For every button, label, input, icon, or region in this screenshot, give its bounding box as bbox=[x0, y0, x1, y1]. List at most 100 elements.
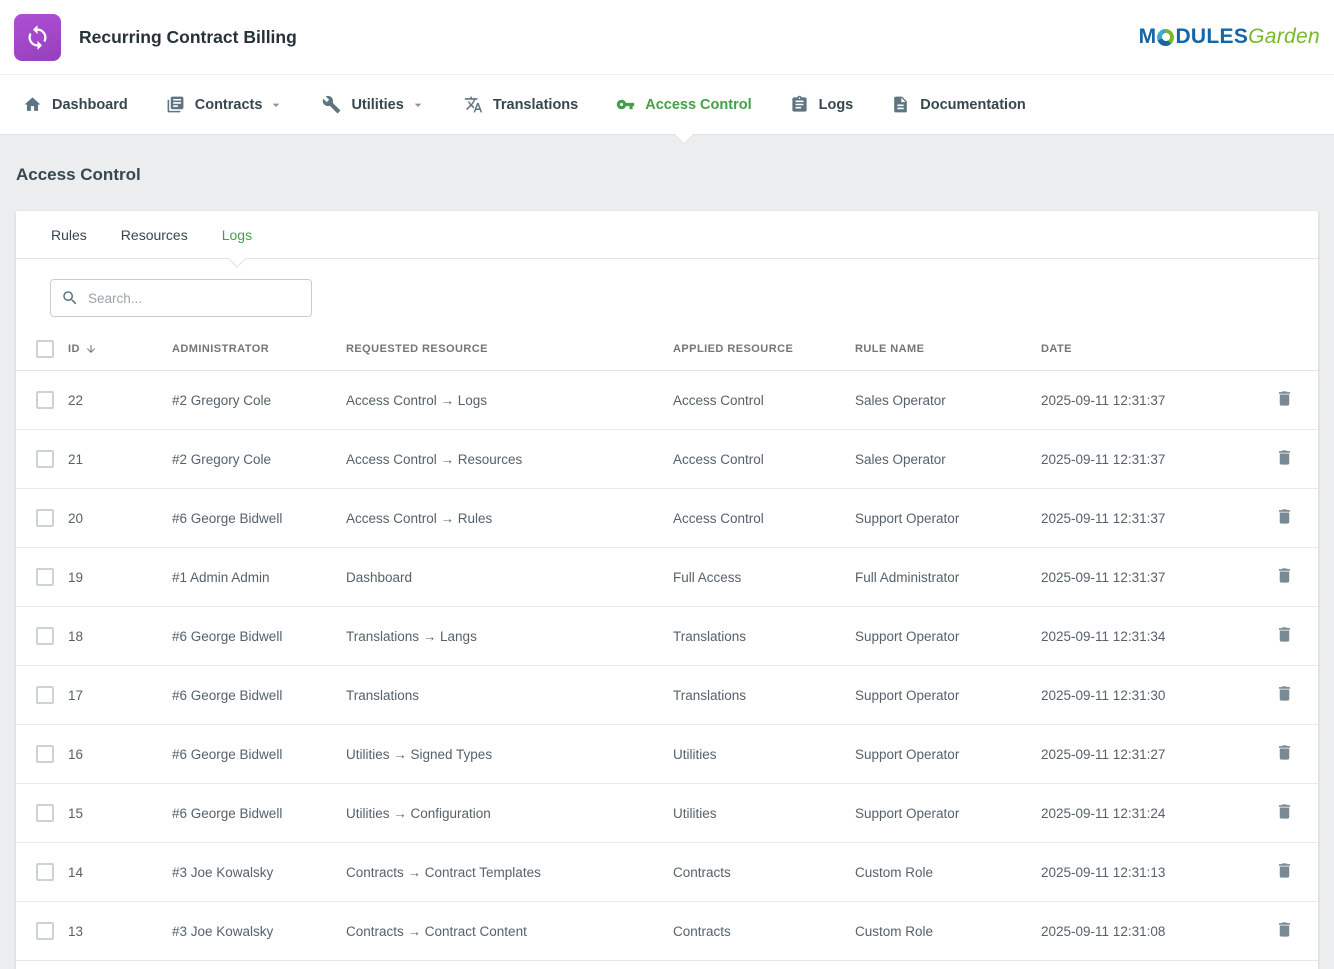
chevron-down-icon bbox=[410, 97, 426, 113]
column-header-administrator: ADMINISTRATOR bbox=[168, 327, 342, 371]
delete-row-button[interactable] bbox=[1273, 505, 1296, 531]
table-row: 17#6 George BidwellTranslationsTranslati… bbox=[16, 666, 1318, 725]
translate-icon bbox=[464, 95, 483, 114]
cell-date: 2025-09-11 12:31:08 bbox=[1037, 902, 1262, 961]
row-checkbox[interactable] bbox=[36, 804, 54, 822]
cell-applied-resource: Access Control bbox=[669, 371, 851, 430]
cell-rule-name: Support Operator bbox=[851, 489, 1037, 548]
pagination-bar: 123 5102050100∞ bbox=[16, 961, 1318, 969]
table-row: 16#6 George BidwellUtilities → Signed Ty… bbox=[16, 725, 1318, 784]
tab-rules[interactable]: Rules bbox=[34, 211, 104, 258]
trash-icon bbox=[1275, 389, 1294, 408]
trash-icon bbox=[1275, 861, 1294, 880]
cell-requested-resource: Translations bbox=[342, 666, 669, 725]
nav-item-access-control[interactable]: Access Control bbox=[597, 75, 770, 135]
brand-text-m: M bbox=[1139, 25, 1157, 49]
cell-date: 2025-09-11 12:31:24 bbox=[1037, 784, 1262, 843]
cell-applied-resource: Translations bbox=[669, 666, 851, 725]
delete-row-button[interactable] bbox=[1273, 623, 1296, 649]
table-row: 14#3 Joe KowalskyContracts → Contract Te… bbox=[16, 843, 1318, 902]
trash-icon bbox=[1275, 448, 1294, 467]
cell-date: 2025-09-11 12:31:37 bbox=[1037, 489, 1262, 548]
nav-item-contracts[interactable]: Contracts bbox=[147, 75, 304, 135]
cell-date: 2025-09-11 12:31:13 bbox=[1037, 843, 1262, 902]
delete-row-button[interactable] bbox=[1273, 387, 1296, 413]
cell-id: 15 bbox=[64, 784, 168, 843]
row-checkbox[interactable] bbox=[36, 745, 54, 763]
search-input[interactable] bbox=[88, 291, 301, 306]
trash-icon bbox=[1275, 566, 1294, 585]
cell-requested-resource: Utilities → Configuration bbox=[342, 784, 669, 843]
trash-icon bbox=[1275, 625, 1294, 644]
delete-row-button[interactable] bbox=[1273, 741, 1296, 767]
trash-icon bbox=[1275, 743, 1294, 762]
row-checkbox[interactable] bbox=[36, 391, 54, 409]
nav-item-utilities[interactable]: Utilities bbox=[303, 75, 444, 135]
main-nav: Dashboard Contracts Utilities Translatio… bbox=[0, 75, 1334, 135]
trash-icon bbox=[1275, 507, 1294, 526]
row-checkbox[interactable] bbox=[36, 686, 54, 704]
delete-row-button[interactable] bbox=[1273, 859, 1296, 885]
cell-administrator: #2 Gregory Cole bbox=[168, 430, 342, 489]
cell-rule-name: Support Operator bbox=[851, 784, 1037, 843]
row-checkbox[interactable] bbox=[36, 627, 54, 645]
modulesgarden-logo: M DULES Garden bbox=[1139, 25, 1320, 49]
table-row: 13#3 Joe KowalskyContracts → Contract Co… bbox=[16, 902, 1318, 961]
app-header: Recurring Contract Billing M DULES Garde… bbox=[0, 0, 1334, 75]
nav-item-dashboard[interactable]: Dashboard bbox=[4, 75, 147, 135]
row-checkbox[interactable] bbox=[36, 922, 54, 940]
delete-row-button[interactable] bbox=[1273, 446, 1296, 472]
page-title: Access Control bbox=[16, 165, 1318, 185]
delete-row-button[interactable] bbox=[1273, 682, 1296, 708]
cell-date: 2025-09-11 12:31:34 bbox=[1037, 607, 1262, 666]
cell-administrator: #3 Joe Kowalsky bbox=[168, 902, 342, 961]
cell-date: 2025-09-11 12:31:37 bbox=[1037, 430, 1262, 489]
column-header-requested-resource: REQUESTED RESOURCE bbox=[342, 327, 669, 371]
table-row: 20#6 George BidwellAccess Control → Rule… bbox=[16, 489, 1318, 548]
row-checkbox[interactable] bbox=[36, 450, 54, 468]
search-box bbox=[50, 279, 312, 317]
chevron-down-icon bbox=[268, 97, 284, 113]
row-checkbox[interactable] bbox=[36, 568, 54, 586]
cell-date: 2025-09-11 12:31:30 bbox=[1037, 666, 1262, 725]
nav-item-logs[interactable]: Logs bbox=[771, 75, 873, 135]
row-checkbox[interactable] bbox=[36, 509, 54, 527]
cell-applied-resource: Access Control bbox=[669, 489, 851, 548]
delete-row-button[interactable] bbox=[1273, 918, 1296, 944]
cell-applied-resource: Contracts bbox=[669, 843, 851, 902]
cell-requested-resource: Translations → Langs bbox=[342, 607, 669, 666]
trash-icon bbox=[1275, 802, 1294, 821]
table-header-row: ID ADMINISTRATOR REQUESTED RESOURCE APPL… bbox=[16, 327, 1318, 371]
column-header-id[interactable]: ID bbox=[64, 327, 168, 371]
key-icon bbox=[616, 95, 635, 114]
cell-id: 17 bbox=[64, 666, 168, 725]
cell-id: 21 bbox=[64, 430, 168, 489]
delete-row-button[interactable] bbox=[1273, 800, 1296, 826]
table-row: 21#2 Gregory ColeAccess Control → Resour… bbox=[16, 430, 1318, 489]
brand-text-garden: Garden bbox=[1248, 25, 1320, 49]
cell-administrator: #6 George Bidwell bbox=[168, 725, 342, 784]
cell-administrator: #6 George Bidwell bbox=[168, 666, 342, 725]
search-icon bbox=[61, 289, 79, 307]
column-header-date: DATE bbox=[1037, 327, 1262, 371]
select-all-checkbox[interactable] bbox=[36, 340, 54, 358]
cell-applied-resource: Utilities bbox=[669, 725, 851, 784]
contracts-icon bbox=[166, 95, 185, 114]
nav-item-documentation[interactable]: Documentation bbox=[872, 75, 1045, 135]
table-row: 15#6 George BidwellUtilities → Configura… bbox=[16, 784, 1318, 843]
delete-row-button[interactable] bbox=[1273, 564, 1296, 590]
app-title: Recurring Contract Billing bbox=[79, 27, 297, 48]
cell-rule-name: Sales Operator bbox=[851, 371, 1037, 430]
cell-rule-name: Support Operator bbox=[851, 725, 1037, 784]
tab-logs[interactable]: Logs bbox=[205, 211, 269, 258]
cell-administrator: #3 Joe Kowalsky bbox=[168, 843, 342, 902]
cell-administrator: #6 George Bidwell bbox=[168, 607, 342, 666]
table-row: 22#2 Gregory ColeAccess Control → LogsAc… bbox=[16, 371, 1318, 430]
row-checkbox[interactable] bbox=[36, 863, 54, 881]
trash-icon bbox=[1275, 684, 1294, 703]
tab-resources[interactable]: Resources bbox=[104, 211, 205, 258]
recurring-sync-icon bbox=[24, 24, 51, 51]
cell-requested-resource: Contracts → Contract Content bbox=[342, 902, 669, 961]
cell-id: 19 bbox=[64, 548, 168, 607]
nav-item-translations[interactable]: Translations bbox=[445, 75, 597, 135]
